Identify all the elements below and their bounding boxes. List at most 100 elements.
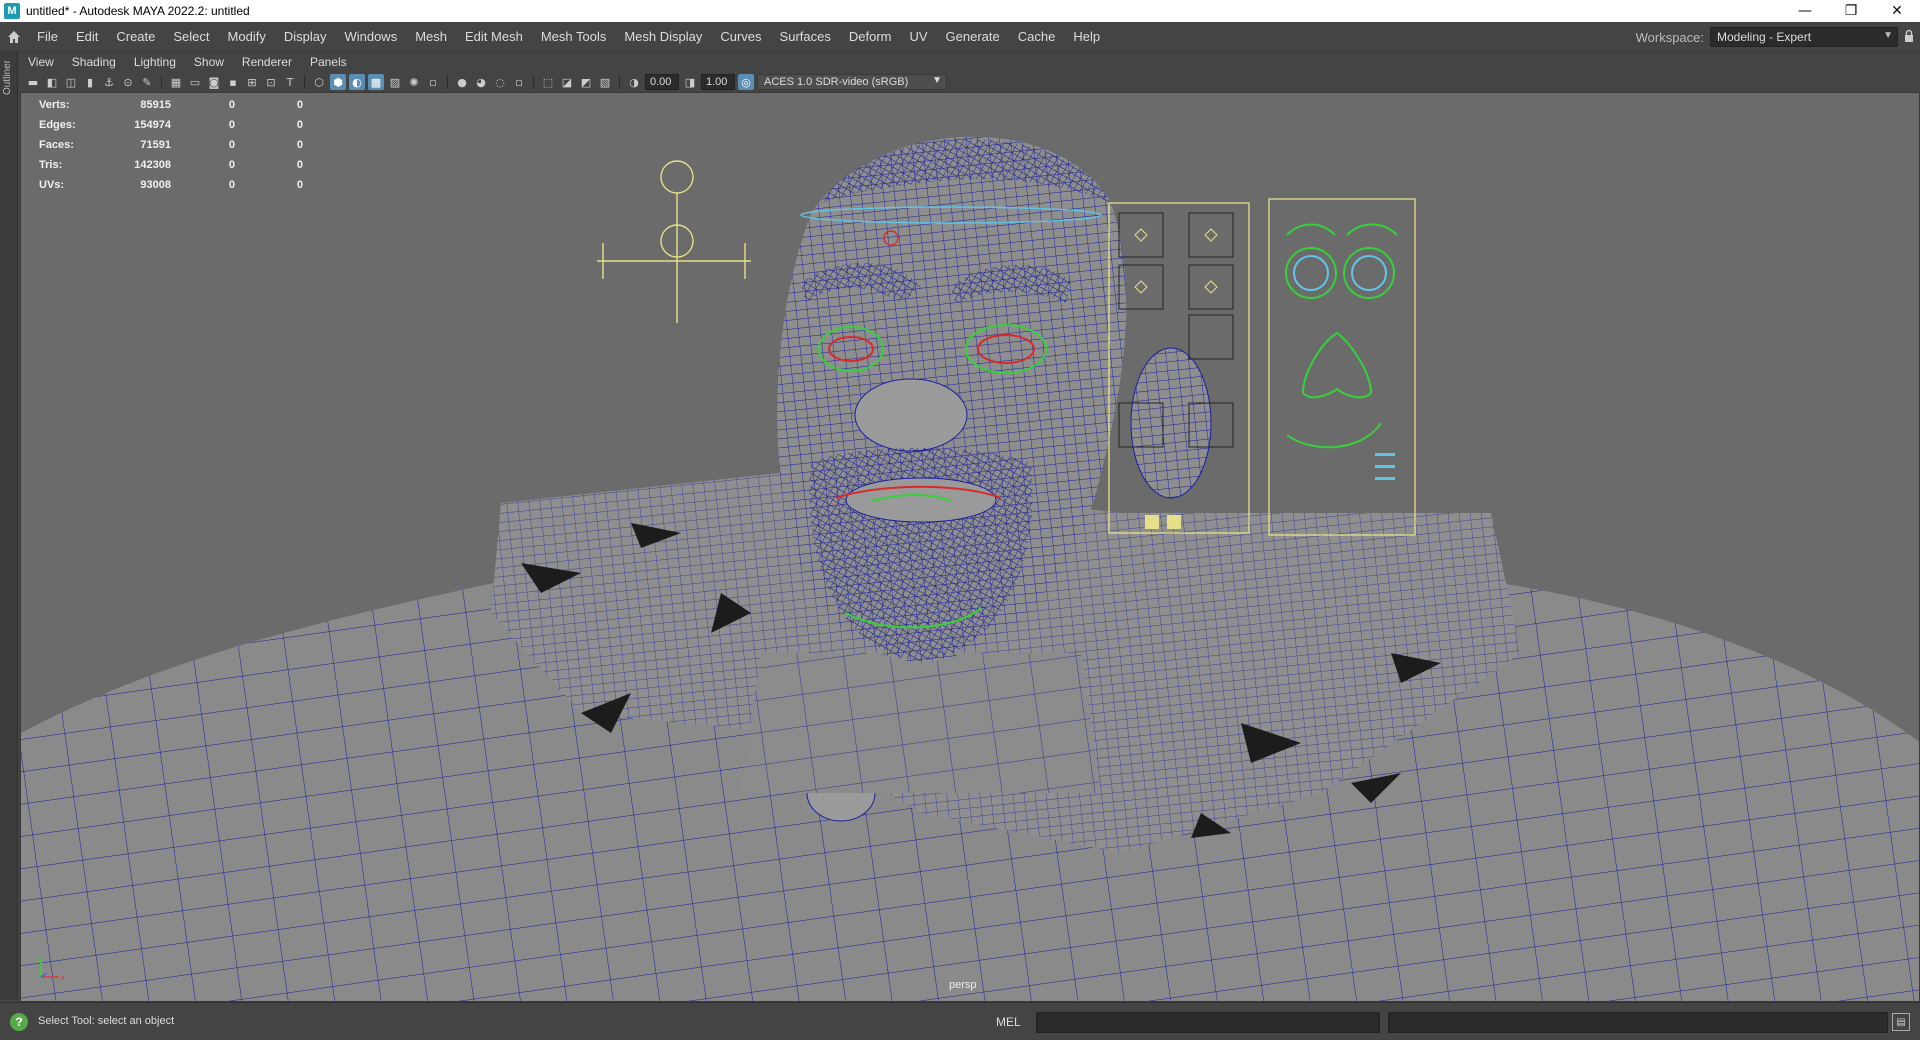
hud-row-uvs: UVs: 93008 0 0 xyxy=(39,175,303,195)
depth-of-field-icon[interactable]: ▫ xyxy=(511,74,527,90)
hud-row-verts: Verts: 85915 0 0 xyxy=(39,95,303,115)
script-editor-icon[interactable]: ▤ xyxy=(1892,1013,1910,1031)
motion-blur-icon[interactable]: ◕ xyxy=(473,74,489,90)
menu-modify[interactable]: Modify xyxy=(219,29,275,44)
grid-icon[interactable]: ▦ xyxy=(168,74,184,90)
menu-windows[interactable]: Windows xyxy=(335,29,406,44)
menu-help[interactable]: Help xyxy=(1064,29,1109,44)
gamma-field[interactable]: 1.00 xyxy=(701,74,735,90)
xray-active-icon[interactable]: ◩ xyxy=(578,74,594,90)
color-space-dropdown[interactable]: ACES 1.0 SDR-video (sRGB) ▼ xyxy=(757,74,947,90)
bookmark-icon[interactable]: ▮ xyxy=(82,74,98,90)
hud-value: 0 xyxy=(296,99,303,111)
panel-menu-lighting[interactable]: Lighting xyxy=(125,55,185,69)
menu-mesh-tools[interactable]: Mesh Tools xyxy=(532,29,616,44)
panel-menu-panels[interactable]: Panels xyxy=(301,55,356,69)
menu-mesh-display[interactable]: Mesh Display xyxy=(615,29,711,44)
grease-pencil-icon[interactable]: ✎ xyxy=(139,74,155,90)
panel-menu-shading[interactable]: Shading xyxy=(63,55,125,69)
axis-y-label: y xyxy=(37,954,41,963)
xray-joints-icon[interactable]: ▧ xyxy=(597,74,613,90)
menu-curves[interactable]: Curves xyxy=(711,29,770,44)
window-title: untitled* - Autodesk MAYA 2022.2: untitl… xyxy=(26,4,250,18)
home-icon[interactable] xyxy=(0,23,28,51)
textured-icon[interactable]: ▨ xyxy=(387,74,403,90)
toolbar-divider xyxy=(619,75,620,89)
panel-menu-renderer[interactable]: Renderer xyxy=(233,55,301,69)
help-icon[interactable]: ? xyxy=(10,1013,28,1031)
menu-select[interactable]: Select xyxy=(164,29,218,44)
wireframe-icon[interactable]: ⬡ xyxy=(311,74,327,90)
color-management-icon[interactable]: ◎ xyxy=(738,74,754,90)
menu-uv[interactable]: UV xyxy=(900,29,936,44)
film-gate-icon[interactable]: ▭ xyxy=(187,74,203,90)
lock-icon[interactable] xyxy=(1898,29,1920,46)
default-material-icon[interactable]: ◐ xyxy=(349,74,365,90)
restore-button[interactable]: ❐ xyxy=(1828,0,1874,22)
gamma-icon[interactable]: ◨ xyxy=(682,74,698,90)
menu-cache[interactable]: Cache xyxy=(1009,29,1065,44)
wireframe-on-shaded-icon[interactable]: ▩ xyxy=(368,74,384,90)
safe-action-icon[interactable]: ⊡ xyxy=(263,74,279,90)
panel-menu-view[interactable]: View xyxy=(19,55,63,69)
hud-value: 0 xyxy=(296,139,303,151)
menu-generate[interactable]: Generate xyxy=(937,29,1009,44)
menu-deform[interactable]: Deform xyxy=(840,29,901,44)
exposure-icon[interactable]: ◑ xyxy=(626,74,642,90)
hud-label: Verts: xyxy=(39,99,70,111)
control-board-right[interactable] xyxy=(1268,198,1416,536)
help-line-text: Select Tool: select an object xyxy=(38,1015,175,1027)
menu-edit-mesh[interactable]: Edit Mesh xyxy=(456,29,532,44)
2d-pan-zoom-icon[interactable]: ⊙ xyxy=(120,74,136,90)
isolate-select-icon[interactable]: ⬚ xyxy=(540,74,556,90)
close-button[interactable]: ✕ xyxy=(1874,0,1920,22)
menu-mesh[interactable]: Mesh xyxy=(406,29,456,44)
bookmarks-icon[interactable]: ◫ xyxy=(63,74,79,90)
menu-create[interactable]: Create xyxy=(107,29,164,44)
command-input[interactable] xyxy=(1036,1012,1380,1033)
workspace-dropdown[interactable]: Modeling - Expert ▼ xyxy=(1710,27,1898,47)
image-plane-icon[interactable]: ⚓ xyxy=(101,74,117,90)
chevron-down-icon: ▼ xyxy=(932,75,942,86)
axis-gizmo: y x xyxy=(37,954,65,982)
resolution-gate-icon[interactable]: ◙ xyxy=(206,74,222,90)
gate-mask-icon[interactable]: ▪ xyxy=(225,74,241,90)
maya-app-icon: M xyxy=(4,3,20,19)
smooth-shade-icon[interactable]: ⬢ xyxy=(330,74,346,90)
3d-viewport[interactable]: Verts: 85915 0 0 Edges: 154974 0 0 Faces… xyxy=(20,92,1920,1002)
lights-icon[interactable]: ✺ xyxy=(406,74,422,90)
scene-render[interactable] xyxy=(21,93,1920,1002)
safe-title-icon[interactable]: T xyxy=(282,74,298,90)
command-line-bar: ? Select Tool: select an object MEL ▤ xyxy=(0,1002,1920,1040)
hud-value: 71591 xyxy=(140,139,171,151)
locator-control[interactable] xyxy=(597,160,751,323)
anti-aliasing-icon[interactable]: ◌ xyxy=(492,74,508,90)
hud-label: Tris: xyxy=(39,159,63,171)
hud-value: 0 xyxy=(228,159,235,171)
hud-label: Faces: xyxy=(39,139,74,151)
menu-display[interactable]: Display xyxy=(275,29,336,44)
shadows-icon[interactable]: ▫ xyxy=(425,74,441,90)
camera-attributes-icon[interactable]: ◧ xyxy=(44,74,60,90)
hud-value: 0 xyxy=(296,159,303,171)
panel-toolbar: ▬ ◧ ◫ ▮ ⚓ ⊙ ✎ ▦ ▭ ◙ ▪ ⊞ ⊡ T ⬡ ⬢ ◐ ▩ ▨ ✺ … xyxy=(19,72,1920,92)
hud-value: 0 xyxy=(228,179,235,191)
hud-value: 0 xyxy=(228,99,235,111)
hud-value: 0 xyxy=(296,119,303,131)
menu-edit[interactable]: Edit xyxy=(67,29,107,44)
script-language-toggle[interactable]: MEL xyxy=(996,1015,1021,1029)
toolbar-divider xyxy=(304,75,305,89)
xray-icon[interactable]: ◪ xyxy=(559,74,575,90)
menu-surfaces[interactable]: Surfaces xyxy=(771,29,840,44)
panel-menu-bar: View Shading Lighting Show Renderer Pane… xyxy=(19,52,1920,72)
menu-file[interactable]: File xyxy=(28,29,67,44)
hud-value: 142308 xyxy=(134,159,171,171)
outliner-tab[interactable]: Outliner xyxy=(0,52,18,1000)
minimize-button[interactable]: — xyxy=(1782,0,1828,22)
select-camera-icon[interactable]: ▬ xyxy=(25,74,41,90)
exposure-field[interactable]: 0.00 xyxy=(645,74,679,90)
outliner-tab-label: Outliner xyxy=(2,60,13,96)
field-chart-icon[interactable]: ⊞ xyxy=(244,74,260,90)
panel-menu-show[interactable]: Show xyxy=(185,55,233,69)
ambient-occlusion-icon[interactable]: ● xyxy=(454,74,470,90)
